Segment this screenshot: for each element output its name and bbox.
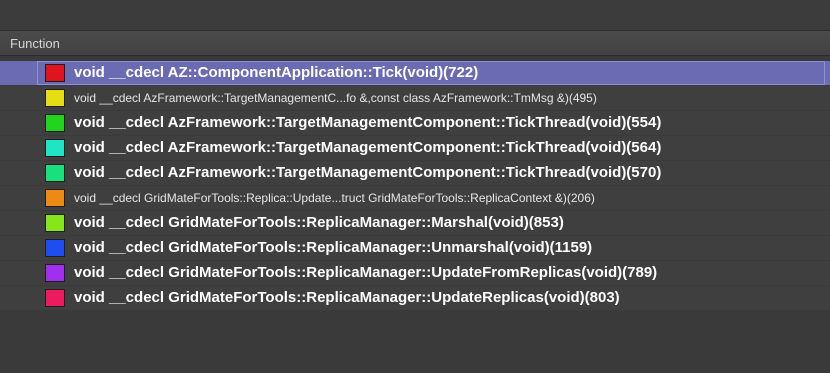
color-swatch[interactable]: [45, 164, 65, 182]
function-label: void __cdecl AzFramework::TargetManageme…: [74, 91, 597, 105]
function-label: void __cdecl GridMateForTools::ReplicaMa…: [74, 239, 593, 256]
function-row[interactable]: void __cdecl GridMateForTools::ReplicaMa…: [0, 236, 830, 260]
color-swatch[interactable]: [45, 289, 65, 307]
function-row[interactable]: void __cdecl GridMateForTools::ReplicaMa…: [0, 286, 830, 310]
column-header-function[interactable]: Function: [0, 30, 830, 56]
function-label: void __cdecl GridMateForTools::ReplicaMa…: [74, 214, 564, 231]
function-row-selected[interactable]: void __cdecl AZ::ComponentApplication::T…: [0, 61, 830, 85]
function-label: void __cdecl GridMateForTools::ReplicaMa…: [74, 264, 658, 281]
color-swatch[interactable]: [45, 114, 65, 132]
function-label: void __cdecl GridMateForTools::ReplicaMa…: [74, 289, 620, 306]
function-label: void __cdecl AzFramework::TargetManageme…: [74, 114, 662, 131]
function-list-panel: Function void __cdecl AZ::ComponentAppli…: [0, 0, 830, 373]
function-rows: void __cdecl AZ::ComponentApplication::T…: [0, 61, 830, 311]
color-swatch[interactable]: [45, 89, 65, 107]
color-swatch[interactable]: [45, 64, 65, 82]
color-swatch[interactable]: [45, 189, 65, 207]
function-row[interactable]: void __cdecl AzFramework::TargetManageme…: [0, 86, 830, 110]
function-row[interactable]: void __cdecl AzFramework::TargetManageme…: [0, 136, 830, 160]
function-label: void __cdecl GridMateForTools::Replica::…: [74, 191, 595, 205]
column-header-label: Function: [10, 36, 60, 51]
color-swatch[interactable]: [45, 139, 65, 157]
function-label: void __cdecl AzFramework::TargetManageme…: [74, 164, 662, 181]
function-row[interactable]: void __cdecl GridMateForTools::ReplicaMa…: [0, 211, 830, 235]
function-row[interactable]: void __cdecl GridMateForTools::Replica::…: [0, 186, 830, 210]
color-swatch[interactable]: [45, 214, 65, 232]
function-row[interactable]: void __cdecl AzFramework::TargetManageme…: [0, 111, 830, 135]
function-label: void __cdecl AZ::ComponentApplication::T…: [74, 64, 479, 81]
color-swatch[interactable]: [45, 264, 65, 282]
toolbar-area: [0, 0, 830, 30]
function-row[interactable]: void __cdecl GridMateForTools::ReplicaMa…: [0, 261, 830, 285]
function-row[interactable]: void __cdecl AzFramework::TargetManageme…: [0, 161, 830, 185]
function-label: void __cdecl AzFramework::TargetManageme…: [74, 139, 662, 156]
color-swatch[interactable]: [45, 239, 65, 257]
